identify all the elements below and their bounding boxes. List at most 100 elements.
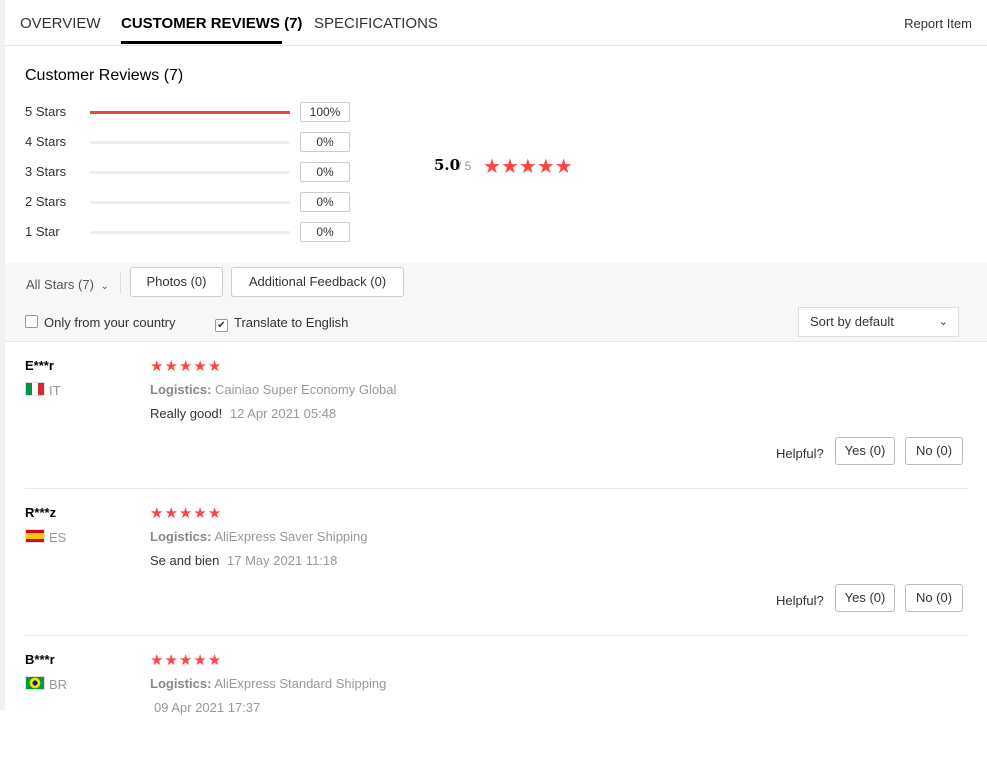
review-item: B***r BR ★★★★★ Logistics: AliExpress Sta…	[25, 636, 968, 782]
rating-row-3[interactable]: 3 Stars 0%	[25, 162, 365, 182]
logistics-label: Logistics:	[150, 676, 212, 691]
tab-overview[interactable]: OVERVIEW	[20, 15, 101, 32]
checkbox-icon	[25, 315, 38, 328]
rating-row-2[interactable]: 2 Stars 0%	[25, 192, 365, 212]
italy-flag-icon	[25, 382, 45, 396]
star-icon: ★	[193, 505, 207, 522]
rating-row-label: 3 Stars	[25, 164, 67, 179]
rating-bar-track	[90, 111, 290, 114]
helpful-label: Helpful?	[776, 446, 824, 461]
rating-bar-fill	[90, 111, 290, 114]
active-tab-indicator	[121, 41, 282, 44]
star-icon: ★	[483, 156, 501, 178]
rating-bar-track	[90, 141, 290, 144]
tab-specifications[interactable]: SPECIFICATIONS	[314, 15, 438, 32]
logistics-info: Logistics: Cainiao Super Economy Global	[150, 382, 396, 397]
report-item-link[interactable]: Report Item	[904, 16, 972, 31]
star-icon: ★	[164, 505, 178, 522]
helpful-label: Helpful?	[776, 593, 824, 608]
star-icon: ★	[178, 505, 193, 522]
helpful-yes-button[interactable]: Yes (0)	[835, 584, 895, 612]
rating-row-label: 1 Star	[25, 224, 60, 239]
review-date: 17 May 2021 11:18	[227, 553, 338, 568]
only-country-label: Only from your country	[44, 315, 176, 330]
star-icon: ★	[554, 156, 573, 178]
logistics-info: Logistics: AliExpress Standard Shipping	[150, 676, 386, 691]
logistics-label: Logistics:	[150, 529, 212, 544]
star-icon: ★	[178, 358, 193, 375]
logistics-value: AliExpress Standard Shipping	[214, 676, 387, 691]
translate-checkbox[interactable]: ✔ Translate to English	[215, 315, 348, 332]
review-comment-line: Really good! 12 Apr 2021 05:48	[150, 406, 336, 421]
all-stars-dropdown[interactable]: All Stars (7) ⌄	[26, 277, 109, 292]
rating-row-label: 2 Stars	[25, 194, 67, 209]
chevron-down-icon: ⌄	[100, 281, 109, 292]
review-date: 09 Apr 2021 17:37	[154, 700, 261, 715]
sort-select[interactable]: Sort by default ⌄	[798, 307, 959, 337]
checkmark-icon: ✔	[215, 319, 228, 332]
divider	[120, 272, 121, 294]
review-star-rating: ★★★★★	[150, 651, 222, 670]
rating-row-5[interactable]: 5 Stars 100%	[25, 102, 365, 122]
star-icon: ★	[500, 156, 519, 178]
star-icon: ★	[164, 652, 178, 669]
helpful-no-button[interactable]: No (0)	[905, 584, 963, 612]
rating-percent: 0%	[300, 162, 350, 182]
helpful-no-button[interactable]: No (0)	[905, 437, 963, 465]
tab-customer-reviews[interactable]: CUSTOMER REVIEWS (7)	[121, 15, 302, 32]
review-star-rating: ★★★★★	[150, 357, 222, 376]
rating-row-label: 5 Stars	[25, 104, 67, 119]
additional-feedback-button[interactable]: Additional Feedback (0)	[231, 267, 404, 297]
tab-bar: OVERVIEW CUSTOMER REVIEWS (7) SPECIFICAT…	[5, 0, 987, 46]
rating-row-1[interactable]: 1 Star 0%	[25, 222, 365, 242]
chevron-down-icon: ⌄	[938, 316, 948, 328]
review-date: 12 Apr 2021 05:48	[229, 406, 337, 421]
reviews-summary-title: Customer Reviews (7)	[25, 67, 184, 84]
rating-percent: 0%	[300, 132, 350, 152]
average-star-rating: ★★★★★	[483, 154, 573, 179]
reviewer-name: E***r	[25, 358, 54, 373]
rating-percent: 0%	[300, 192, 350, 212]
reviewer-country: IT	[25, 382, 61, 398]
country-code: IT	[49, 383, 61, 398]
reviews-page: OVERVIEW CUSTOMER REVIEWS (7) SPECIFICAT…	[5, 0, 987, 715]
review-filter-bar: All Stars (7) ⌄ Photos (0) Additional Fe…	[5, 263, 987, 342]
review-comment-line: 09 Apr 2021 17:37	[150, 700, 260, 715]
star-icon: ★	[150, 505, 164, 522]
all-stars-label: All Stars (7)	[26, 277, 94, 292]
rating-bar-track	[90, 171, 290, 174]
reviewer-name: B***r	[25, 652, 55, 667]
rating-bar-track	[90, 231, 290, 234]
logistics-info: Logistics: AliExpress Saver Shipping	[150, 529, 368, 544]
helpful-yes-button[interactable]: Yes (0)	[835, 437, 895, 465]
star-icon: ★	[207, 652, 222, 669]
spain-flag-icon	[25, 529, 45, 543]
country-code: BR	[49, 677, 68, 692]
country-code: ES	[49, 530, 67, 545]
star-icon: ★	[207, 358, 222, 375]
average-score: 5.0	[434, 156, 461, 174]
brazil-flag-icon	[25, 676, 45, 690]
rating-percent: 0%	[300, 222, 350, 242]
review-item: E***r IT ★★★★★ Logistics: Cainiao Super …	[25, 342, 968, 489]
reviewer-country: BR	[25, 676, 67, 692]
star-icon: ★	[518, 156, 537, 178]
star-icon: ★	[193, 358, 207, 375]
logistics-value: AliExpress Saver Shipping	[214, 529, 368, 544]
sort-label: Sort by default	[810, 314, 894, 329]
star-icon: ★	[150, 358, 164, 375]
rating-row-label: 4 Stars	[25, 134, 67, 149]
reviewer-country: ES	[25, 529, 66, 545]
star-icon: ★	[178, 652, 193, 669]
rating-row-4[interactable]: 4 Stars 0%	[25, 132, 365, 152]
review-comment: Se and bien	[150, 553, 220, 568]
review-comment: Really good!	[150, 406, 223, 421]
logistics-label: Logistics:	[150, 382, 212, 397]
star-icon: ★	[207, 505, 222, 522]
rating-percent: 100%	[300, 102, 350, 122]
star-icon: ★	[536, 156, 555, 178]
only-country-checkbox[interactable]: Only from your country	[25, 315, 176, 330]
photos-filter-button[interactable]: Photos (0)	[130, 267, 223, 297]
logistics-value: Cainiao Super Economy Global	[215, 382, 397, 397]
review-comment-line: Se and bien 17 May 2021 11:18	[150, 553, 337, 568]
